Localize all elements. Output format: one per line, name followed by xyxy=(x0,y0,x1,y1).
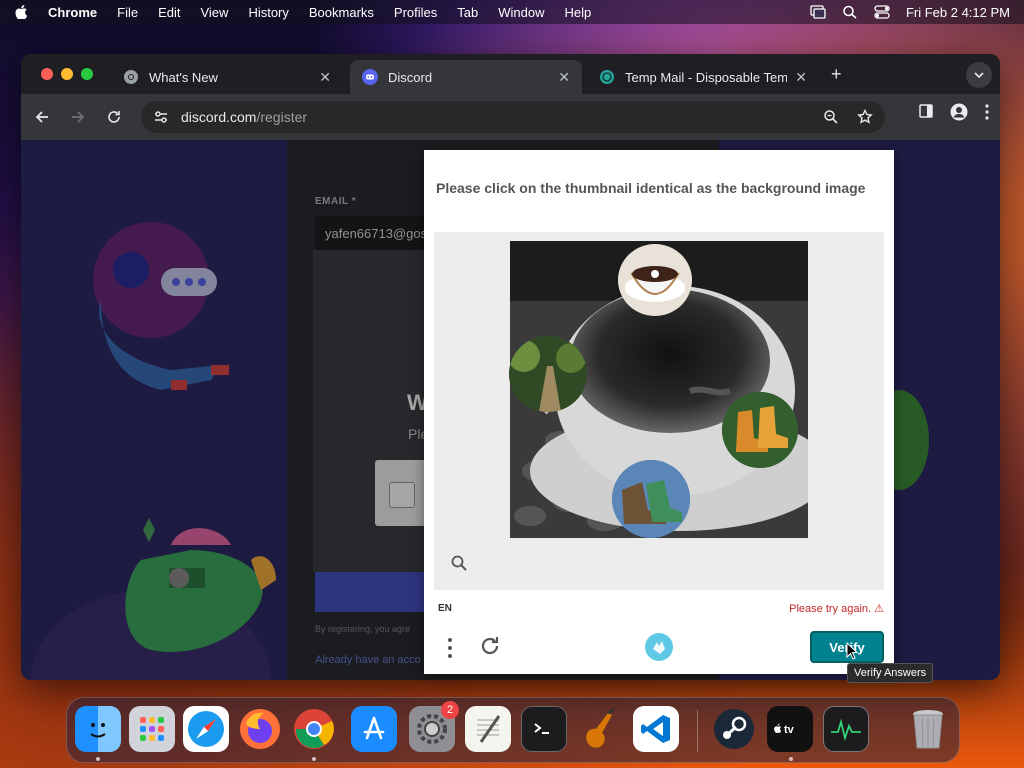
forest-icon xyxy=(509,336,587,412)
running-indicator xyxy=(96,757,100,761)
menu-app-name[interactable]: Chrome xyxy=(48,5,97,20)
close-window-button[interactable] xyxy=(41,68,53,80)
chrome-icon[interactable] xyxy=(291,706,337,752)
thumbnail-forest-path[interactable] xyxy=(509,336,587,412)
new-tab-button[interactable]: + xyxy=(831,64,842,85)
boots-icon xyxy=(722,392,798,468)
menu-edit[interactable]: Edit xyxy=(158,5,180,20)
boots-icon xyxy=(612,460,690,538)
vscode-icon[interactable] xyxy=(633,706,679,752)
screen-mirroring-icon[interactable] xyxy=(810,5,826,19)
terminal-icon[interactable] xyxy=(521,706,567,752)
thumbnail-boots-orange[interactable] xyxy=(722,392,798,468)
tab-search-dropdown[interactable] xyxy=(966,62,992,88)
control-center-icon[interactable] xyxy=(874,5,890,19)
finder-icon[interactable] xyxy=(75,706,121,752)
garageband-icon[interactable] xyxy=(577,706,623,752)
reload-icon xyxy=(108,111,120,123)
discord-icon xyxy=(362,69,378,85)
menu-history[interactable]: History xyxy=(248,5,288,20)
tab-discord[interactable]: Discord ✕ xyxy=(350,60,582,94)
coffee-cup-icon xyxy=(625,266,685,302)
site-settings-icon[interactable] xyxy=(153,110,169,124)
bookmark-star-icon[interactable] xyxy=(857,109,873,125)
thumbnail-coffee-cup[interactable] xyxy=(618,244,692,316)
search-icon[interactable] xyxy=(450,554,468,572)
browser-toolbar: discord.com /register xyxy=(21,94,1000,140)
launchpad-icon[interactable] xyxy=(129,706,175,752)
forward-button[interactable] xyxy=(64,103,92,131)
challenge-footer: Verify xyxy=(424,628,894,674)
activity-monitor-icon[interactable] xyxy=(823,706,869,752)
dock-separator xyxy=(697,710,698,752)
dock: 2 tv xyxy=(66,697,960,763)
reload-button[interactable] xyxy=(100,103,128,131)
thumbnail-boots-blue[interactable] xyxy=(612,460,690,538)
apple-tv-icon[interactable]: tv xyxy=(767,706,813,752)
side-panel-icon[interactable] xyxy=(918,103,934,119)
textedit-icon[interactable] xyxy=(465,706,511,752)
menu-profiles[interactable]: Profiles xyxy=(394,5,437,20)
challenge-canvas xyxy=(434,232,884,590)
address-bar[interactable]: discord.com /register xyxy=(141,101,885,133)
app-store-icon[interactable] xyxy=(351,706,397,752)
zoom-window-button[interactable] xyxy=(81,68,93,80)
menu-bookmarks[interactable]: Bookmarks xyxy=(309,5,374,20)
verify-tooltip: Verify Answers xyxy=(847,663,934,683)
menu-view[interactable]: View xyxy=(200,5,228,20)
tab-whats-new[interactable]: What's New ✕ xyxy=(111,60,343,94)
menu-bar: Chrome File Edit View History Bookmarks … xyxy=(0,0,1024,24)
error-message: Please try again. ⚠ xyxy=(789,603,884,615)
running-indicator xyxy=(312,757,316,761)
menu-window[interactable]: Window xyxy=(498,5,544,20)
close-tab-icon[interactable]: ✕ xyxy=(558,69,570,86)
more-options-icon[interactable] xyxy=(446,636,454,660)
window-controls xyxy=(41,68,93,80)
menu-file[interactable]: File xyxy=(117,5,138,20)
minimize-window-button[interactable] xyxy=(61,68,73,80)
menu-tab[interactable]: Tab xyxy=(457,5,478,20)
steam-icon[interactable] xyxy=(711,706,757,752)
tab-title: What's New xyxy=(149,69,218,85)
profile-avatar-icon[interactable] xyxy=(950,103,968,121)
more-menu-icon[interactable] xyxy=(984,103,990,121)
safari-icon[interactable] xyxy=(183,706,229,752)
close-tab-icon[interactable]: ✕ xyxy=(319,69,331,86)
language-selector[interactable]: EN xyxy=(438,603,452,614)
svg-text:tv: tv xyxy=(784,724,795,736)
spotlight-search-icon[interactable] xyxy=(842,5,858,19)
running-indicator xyxy=(789,757,793,761)
tempmail-icon xyxy=(600,70,614,84)
firefox-icon[interactable] xyxy=(237,706,283,752)
tab-strip: What's New ✕ Discord ✕ Temp Mail - Dispo… xyxy=(21,54,1000,94)
tab-temp-mail[interactable]: Temp Mail - Disposable Temp ✕ xyxy=(587,60,819,94)
url-path: /register xyxy=(256,109,308,125)
tab-title: Discord xyxy=(388,69,433,85)
url-domain: discord.com xyxy=(181,109,257,125)
hcaptcha-logo-icon xyxy=(645,633,673,661)
challenge-prompt: Please click on the thumbnail identical … xyxy=(436,180,866,196)
refresh-challenge-icon[interactable] xyxy=(478,634,502,658)
captcha-challenge-dialog: Please click on the thumbnail identical … xyxy=(424,150,894,674)
tab-title: Temp Mail - Disposable Temp xyxy=(625,69,788,85)
apple-icon[interactable] xyxy=(14,5,28,19)
menu-clock[interactable]: Fri Feb 2 4:12 PM xyxy=(906,5,1010,20)
zoom-icon[interactable] xyxy=(823,109,839,125)
back-button[interactable] xyxy=(28,103,56,131)
menu-help[interactable]: Help xyxy=(565,5,592,20)
close-tab-icon[interactable]: ✕ xyxy=(795,69,807,86)
chrome-icon xyxy=(124,70,138,84)
chevron-down-icon xyxy=(974,72,984,78)
notification-badge: 2 xyxy=(441,701,459,719)
arrow-right-icon xyxy=(72,111,85,123)
mouse-cursor-icon xyxy=(846,642,858,660)
trash-icon[interactable] xyxy=(905,706,951,752)
arrow-left-icon xyxy=(35,111,48,123)
